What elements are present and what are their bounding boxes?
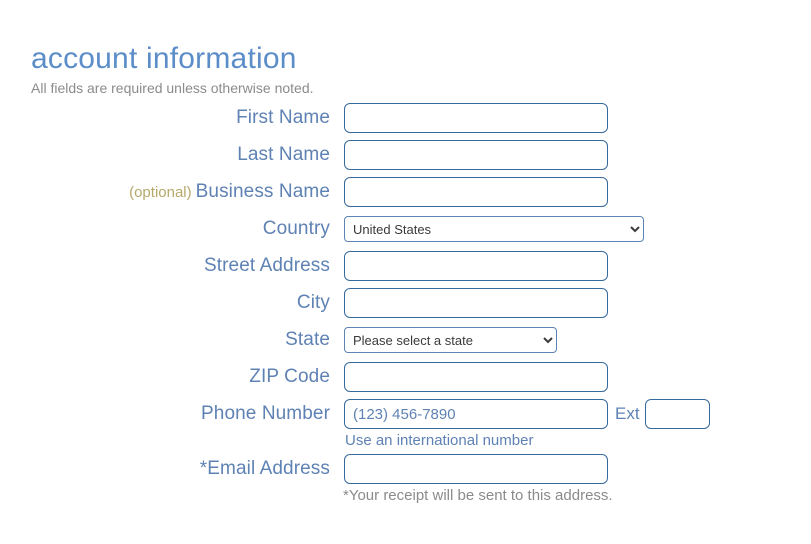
label-col-zip-code: ZIP Code (0, 362, 330, 392)
label-street-address: Street Address (203, 255, 330, 276)
phone-number-input[interactable] (344, 399, 608, 429)
label-state: State (285, 329, 330, 350)
account-information-form: First Name Last Name (optional) Business … (0, 103, 811, 504)
label-col-email-address: *Email Address (0, 454, 330, 484)
form-row-business-name: (optional) Business Name (0, 177, 811, 214)
account-information-page: account information All fields are requi… (0, 0, 811, 544)
input-col-zip-code (344, 362, 608, 392)
street-address-input[interactable] (344, 251, 608, 281)
label-city: City (296, 292, 330, 313)
city-input[interactable] (344, 288, 608, 318)
label-business-name: Business Name (195, 181, 330, 202)
input-col-email-address (344, 454, 608, 484)
ext-input[interactable] (645, 399, 710, 429)
label-first-name: First Name (236, 107, 330, 128)
input-col-phone-number (344, 399, 608, 429)
label-country: Country (262, 218, 330, 239)
form-row-state: State Please select a state (0, 325, 811, 362)
form-row-first-name: First Name (0, 103, 811, 140)
form-row-zip-code: ZIP Code (0, 362, 811, 399)
form-row-country: Country United States (0, 214, 811, 251)
label-col-country: Country (0, 214, 330, 244)
email-address-input[interactable] (344, 454, 608, 484)
zip-code-input[interactable] (344, 362, 608, 392)
label-col-last-name: Last Name (0, 140, 330, 170)
last-name-input[interactable] (344, 140, 608, 170)
label-col-street-address: Street Address (0, 251, 330, 281)
input-col-business-name (344, 177, 608, 207)
page-title: account information (31, 42, 297, 76)
email-receipt-note: *Your receipt will be sent to this addre… (343, 487, 613, 504)
label-col-first-name: First Name (0, 103, 330, 133)
form-row-last-name: Last Name (0, 140, 811, 177)
international-number-link[interactable]: Use an international number (345, 432, 533, 449)
form-row-city: City (0, 288, 811, 325)
label-col-business-name: (optional) Business Name (0, 177, 330, 207)
input-col-state: Please select a state (344, 327, 557, 353)
required-fields-note: All fields are required unless otherwise… (31, 80, 314, 96)
label-col-phone-number: Phone Number (0, 399, 330, 429)
form-row-email-address: *Email Address *Your receipt will be sen… (0, 454, 811, 504)
input-col-country: United States (344, 216, 644, 242)
input-col-first-name (344, 103, 608, 133)
label-ext: Ext (615, 404, 640, 423)
label-phone-number: Phone Number (201, 403, 330, 424)
label-zip-code: ZIP Code (249, 366, 330, 387)
business-name-input[interactable] (344, 177, 608, 207)
input-col-last-name (344, 140, 608, 170)
label-col-state: State (0, 325, 330, 355)
label-email-address: Email Address (207, 458, 330, 479)
input-col-city (344, 288, 608, 318)
optional-tag-business-name: (optional) (129, 184, 192, 201)
state-select[interactable]: Please select a state (344, 327, 557, 353)
form-row-street-address: Street Address (0, 251, 811, 288)
input-col-street-address (344, 251, 608, 281)
country-select[interactable]: United States (344, 216, 644, 242)
form-row-phone-number: Phone Number Ext Use an international nu… (0, 399, 811, 454)
label-last-name: Last Name (237, 144, 330, 165)
first-name-input[interactable] (344, 103, 608, 133)
label-col-city: City (0, 288, 330, 318)
